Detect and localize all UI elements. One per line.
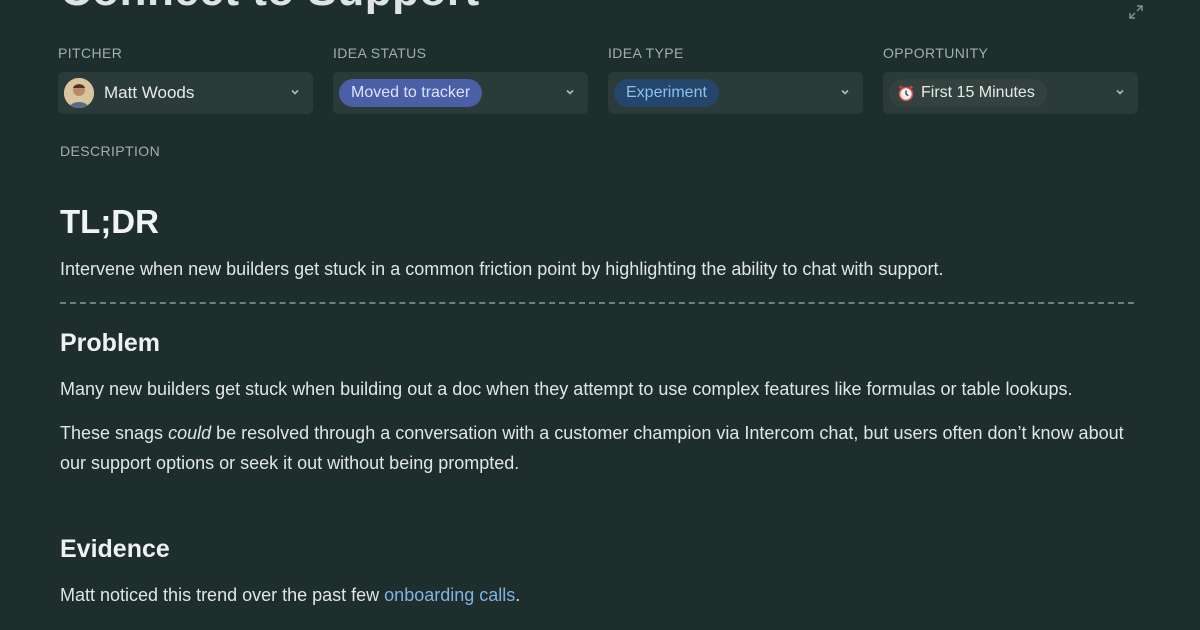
chevron-down-icon (566, 89, 574, 95)
page-title: Connect to Support (60, 0, 480, 16)
evidence-text: Matt noticed this trend over the past fe… (60, 585, 385, 605)
description-label: DESCRIPTION (60, 143, 161, 159)
pitcher-label: PITCHER (58, 45, 123, 61)
pitcher-field: PITCHER Matt Woods (58, 44, 313, 114)
idea-type-label: IDEA TYPE (608, 45, 684, 61)
chevron-down-icon (841, 89, 849, 95)
idea-status-pill: Moved to tracker (339, 79, 483, 107)
tldr-heading: TL;DR (60, 203, 159, 240)
chevron-down-icon (291, 89, 299, 95)
evidence-text-end: . (515, 585, 521, 605)
problem-heading: Problem (60, 329, 161, 357)
problem-p2-emphasis: could (168, 423, 212, 443)
opportunity-pill: First 15 Minutes (889, 79, 1047, 107)
divider (60, 302, 1134, 304)
properties-row: PITCHER Matt Woods IDEA STATUS Moved to … (58, 44, 1138, 114)
idea-status-field: IDEA STATUS Moved to tracker (333, 44, 588, 114)
problem-p2-start: These snags (60, 423, 169, 443)
opportunity-label: OPPORTUNITY (883, 45, 989, 61)
tldr-text: Intervene when new builders get stuck in… (60, 259, 944, 279)
problem-paragraph-1: Many new builders get stuck when buildin… (60, 379, 1073, 399)
avatar (64, 78, 94, 108)
chevron-down-icon (1116, 89, 1124, 95)
opportunity-dropdown[interactable]: First 15 Minutes (883, 72, 1138, 114)
opportunity-field: OPPORTUNITY First 15 Minutes (883, 44, 1138, 114)
evidence-paragraph: Matt noticed this trend over the past fe… (60, 580, 1140, 610)
idea-type-dropdown[interactable]: Experiment (608, 72, 863, 114)
problem-p2-end: be resolved through a conversation with … (60, 423, 1124, 473)
opportunity-value: First 15 Minutes (921, 84, 1035, 101)
idea-type-field: IDEA TYPE Experiment (608, 44, 863, 114)
description-content[interactable]: TL;DR Intervene when new builders get st… (60, 198, 1140, 610)
idea-status-dropdown[interactable]: Moved to tracker (333, 72, 588, 114)
problem-paragraph-2: These snags could be resolved through a … (60, 418, 1140, 478)
expand-icon[interactable] (1128, 4, 1144, 20)
onboarding-calls-link[interactable]: onboarding calls (384, 585, 515, 605)
idea-status-label: IDEA STATUS (333, 45, 427, 61)
pitcher-name: Matt Woods (104, 83, 195, 102)
pitcher-dropdown[interactable]: Matt Woods (58, 72, 313, 114)
evidence-heading: Evidence (60, 535, 170, 563)
alarm-clock-icon (898, 85, 914, 102)
idea-type-pill: Experiment (614, 79, 719, 107)
